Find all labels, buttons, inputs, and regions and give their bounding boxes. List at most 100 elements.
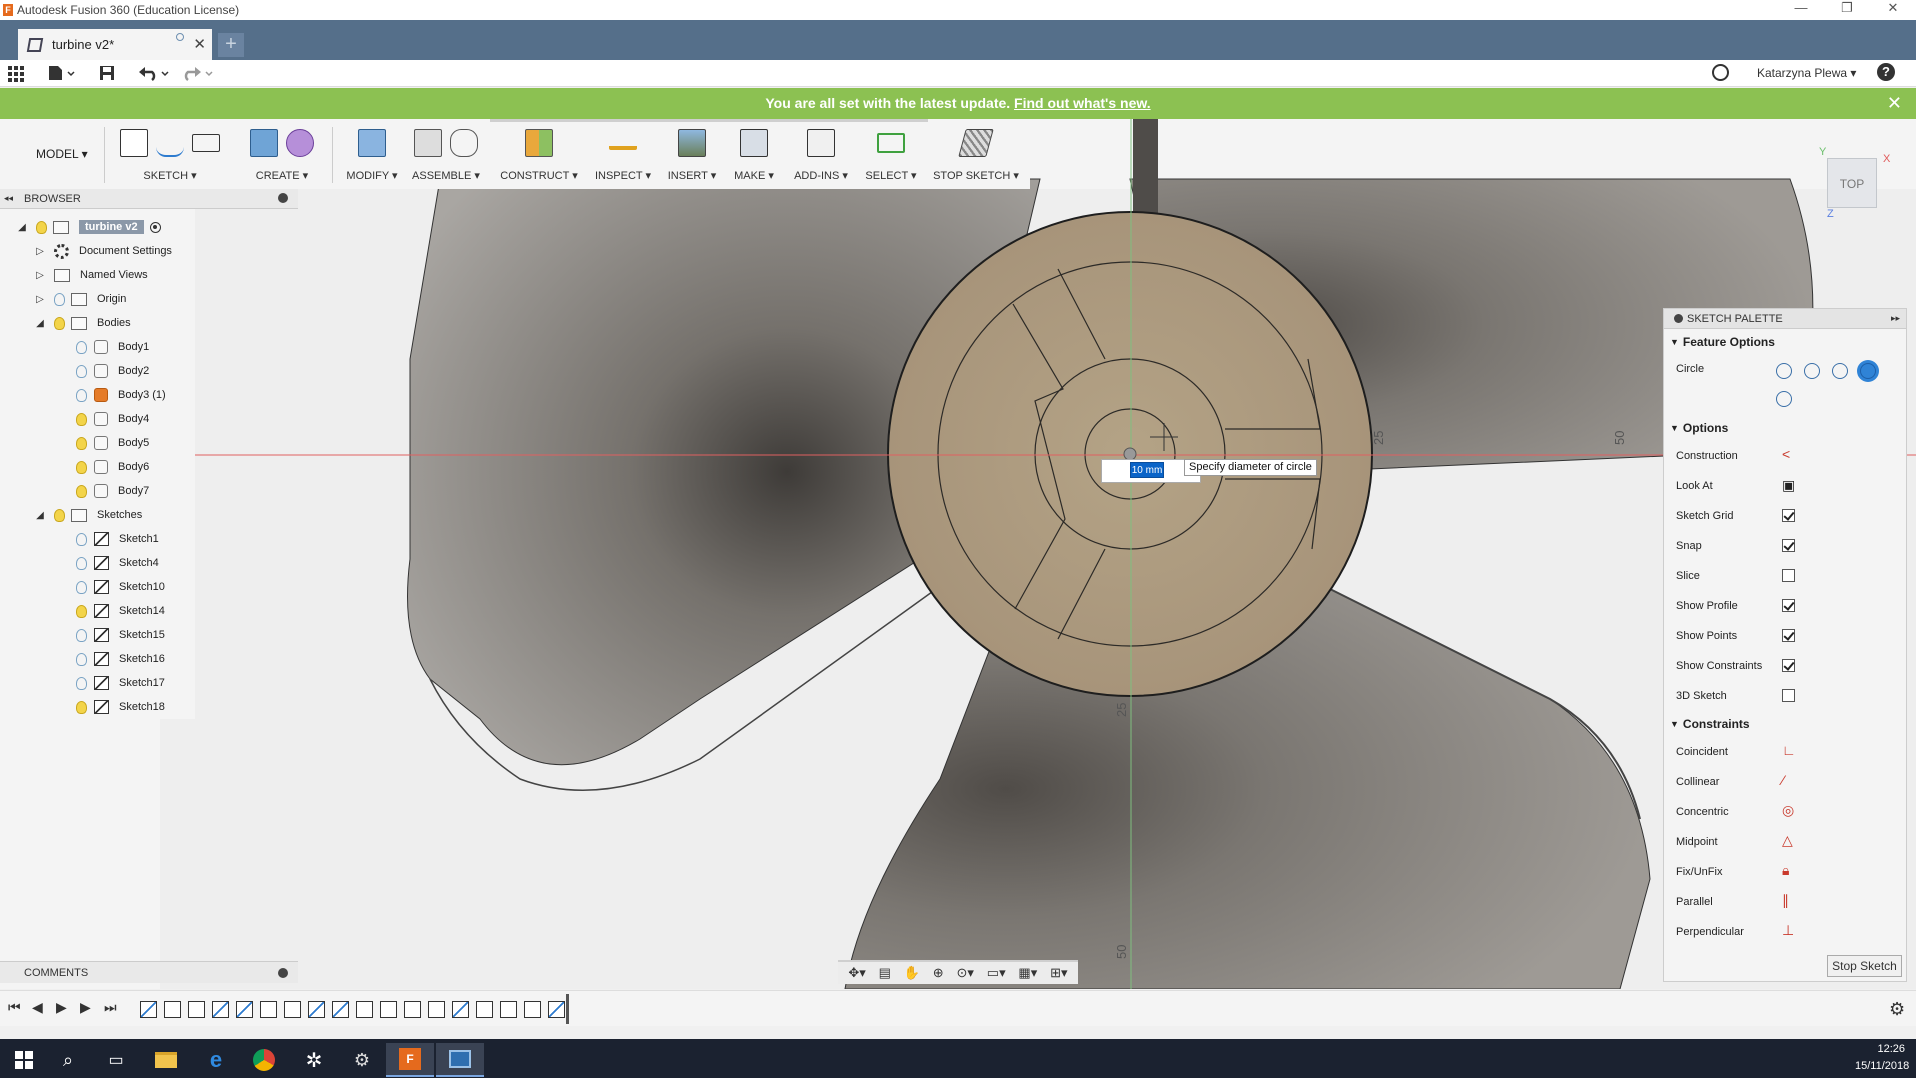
whats-new-link[interactable]: Find out what's new.: [1014, 95, 1151, 111]
tree-item-body[interactable]: Body5: [68, 433, 149, 453]
option-show-points[interactable]: Show Points: [1664, 621, 1906, 651]
zoom-icon[interactable]: ⊕: [933, 965, 944, 981]
expand-toggle-icon[interactable]: ◢: [16, 222, 28, 233]
snap-checkbox[interactable]: [1782, 539, 1795, 552]
add-comment-icon[interactable]: [278, 968, 288, 978]
add-ins-menu[interactable]: ADD-INS ▾: [790, 169, 852, 182]
visibility-bulb-icon[interactable]: [76, 700, 87, 714]
display-settings-icon[interactable]: ▭▾: [987, 965, 1006, 981]
option-show-profile[interactable]: Show Profile: [1664, 591, 1906, 621]
tangent-circle-icon[interactable]: [1860, 363, 1876, 379]
constraint-perpendicular[interactable]: Perpendicular ⊥: [1664, 917, 1906, 947]
expand-toggle-icon[interactable]: ◢: [34, 510, 46, 521]
stop-sketch-icon[interactable]: [958, 129, 994, 157]
timeline-sketch-feature[interactable]: [452, 1001, 469, 1018]
visibility-bulb-icon[interactable]: [76, 628, 87, 642]
timeline-feature[interactable]: [476, 1001, 493, 1018]
visibility-bulb-icon[interactable]: [76, 364, 87, 378]
3d-sketch-checkbox[interactable]: [1782, 689, 1795, 702]
timeline-feature[interactable]: [500, 1001, 517, 1018]
show-points-checkbox[interactable]: [1782, 629, 1795, 642]
create-menu[interactable]: CREATE ▾: [242, 169, 322, 182]
press-pull-icon[interactable]: [358, 129, 386, 157]
visibility-bulb-icon[interactable]: [76, 484, 87, 498]
modify-group[interactable]: MODIFY ▾: [340, 125, 404, 187]
select-menu[interactable]: SELECT ▾: [860, 169, 922, 182]
midpoint-icon[interactable]: △: [1782, 832, 1793, 849]
constraint-midpoint[interactable]: Midpoint △: [1664, 827, 1906, 857]
tree-item-sketch[interactable]: Sketch18: [68, 697, 165, 717]
tree-item-document-settings[interactable]: ▷ Document Settings: [34, 241, 172, 261]
app-settings-icon[interactable]: ⚙: [338, 1043, 386, 1077]
tree-item-sketch[interactable]: Sketch4: [68, 553, 159, 573]
task-view-icon[interactable]: ▭: [92, 1043, 140, 1077]
offset-plane-icon[interactable]: [525, 129, 553, 157]
concentric-icon[interactable]: ◎: [1782, 802, 1794, 819]
comments-panel[interactable]: COMMENTS: [0, 961, 298, 983]
viewports-icon[interactable]: ⊞▾: [1050, 965, 1067, 981]
timeline-feature[interactable]: [380, 1001, 397, 1018]
save-icon[interactable]: [99, 65, 115, 81]
option-3d-sketch[interactable]: 3D Sketch: [1664, 681, 1906, 711]
visibility-bulb-icon[interactable]: [54, 508, 65, 522]
timeline-sketch-feature[interactable]: [212, 1001, 229, 1018]
three-point-circle-icon[interactable]: [1832, 363, 1848, 379]
timeline-feature[interactable]: [188, 1001, 205, 1018]
insert-menu[interactable]: INSERT ▾: [664, 169, 720, 182]
stop-sketch-menu[interactable]: STOP SKETCH ▾: [932, 169, 1020, 182]
chrome-icon[interactable]: [240, 1043, 288, 1077]
undo-icon[interactable]: [138, 65, 170, 81]
data-panel-grid-icon[interactable]: [8, 66, 24, 82]
visibility-bulb-icon[interactable]: [76, 436, 87, 450]
constraint-fix-unfix[interactable]: Fix/UnFix 🔒︎: [1664, 857, 1906, 887]
timeline-sketch-feature[interactable]: [332, 1001, 349, 1018]
form-icon[interactable]: [286, 129, 314, 157]
insert-image-icon[interactable]: [678, 129, 706, 157]
timeline-sketch-feature[interactable]: [236, 1001, 253, 1018]
close-tab-button[interactable]: ✕: [193, 35, 206, 53]
show-constraints-checkbox[interactable]: [1782, 659, 1795, 672]
app-icon[interactable]: ✲: [290, 1043, 338, 1077]
insert-group[interactable]: INSERT ▾: [664, 125, 720, 187]
timeline-feature[interactable]: [524, 1001, 541, 1018]
tree-item-body[interactable]: Body1: [68, 337, 149, 357]
tree-item-bodies[interactable]: ◢ Bodies: [34, 313, 131, 333]
redo-icon[interactable]: [182, 65, 214, 81]
constraint-concentric[interactable]: Concentric ◎: [1664, 797, 1906, 827]
make-menu[interactable]: MAKE ▾: [726, 169, 782, 182]
visibility-bulb-icon[interactable]: [36, 220, 47, 234]
timeline-feature[interactable]: [164, 1001, 181, 1018]
visibility-bulb-icon[interactable]: [76, 676, 87, 690]
tree-item-body[interactable]: Body6: [68, 457, 149, 477]
three-tangent-circle-icon[interactable]: [1776, 391, 1792, 407]
user-account-menu[interactable]: Katarzyna Plewa ▾: [1757, 66, 1856, 80]
expand-toggle-icon[interactable]: ◢: [34, 318, 46, 329]
timeline-sketch-feature[interactable]: [308, 1001, 325, 1018]
visibility-bulb-icon[interactable]: [76, 460, 87, 474]
stop-sketch-group[interactable]: STOP SKETCH ▾: [932, 125, 1020, 187]
tree-item-sketch[interactable]: Sketch17: [68, 673, 165, 693]
stop-sketch-button[interactable]: Stop Sketch: [1827, 955, 1902, 977]
play-icon[interactable]: ▶︎: [56, 999, 67, 1016]
viewcube[interactable]: TOP: [1827, 158, 1877, 208]
tree-item-body[interactable]: Body2: [68, 361, 149, 381]
tree-item-sketch[interactable]: Sketch1: [68, 529, 159, 549]
grid-settings-icon[interactable]: ▦▾: [1018, 965, 1037, 981]
add-ins-group[interactable]: ADD-INS ▾: [790, 125, 852, 187]
rectangle-tool-icon[interactable]: [192, 134, 220, 152]
go-to-end-icon[interactable]: ⏭: [104, 999, 117, 1016]
timeline-feature[interactable]: [428, 1001, 445, 1018]
workspace-switcher[interactable]: MODEL ▾: [36, 147, 88, 161]
measure-icon[interactable]: [609, 136, 637, 150]
create-group[interactable]: CREATE ▾: [242, 125, 322, 187]
option-show-constraints[interactable]: Show Constraints: [1664, 651, 1906, 681]
visibility-bulb-icon[interactable]: [76, 580, 87, 594]
timeline-marker[interactable]: [566, 994, 569, 1024]
lock-icon[interactable]: 🔒︎: [1782, 862, 1789, 879]
sketch-grid-checkbox[interactable]: [1782, 509, 1795, 522]
orbit-icon[interactable]: ✥▾: [848, 965, 865, 981]
tree-item-body[interactable]: Body7: [68, 481, 149, 501]
option-snap[interactable]: Snap: [1664, 531, 1906, 561]
minimize-button[interactable]: —: [1778, 0, 1824, 20]
constraint-coincident[interactable]: Coincident ∟: [1664, 737, 1906, 767]
